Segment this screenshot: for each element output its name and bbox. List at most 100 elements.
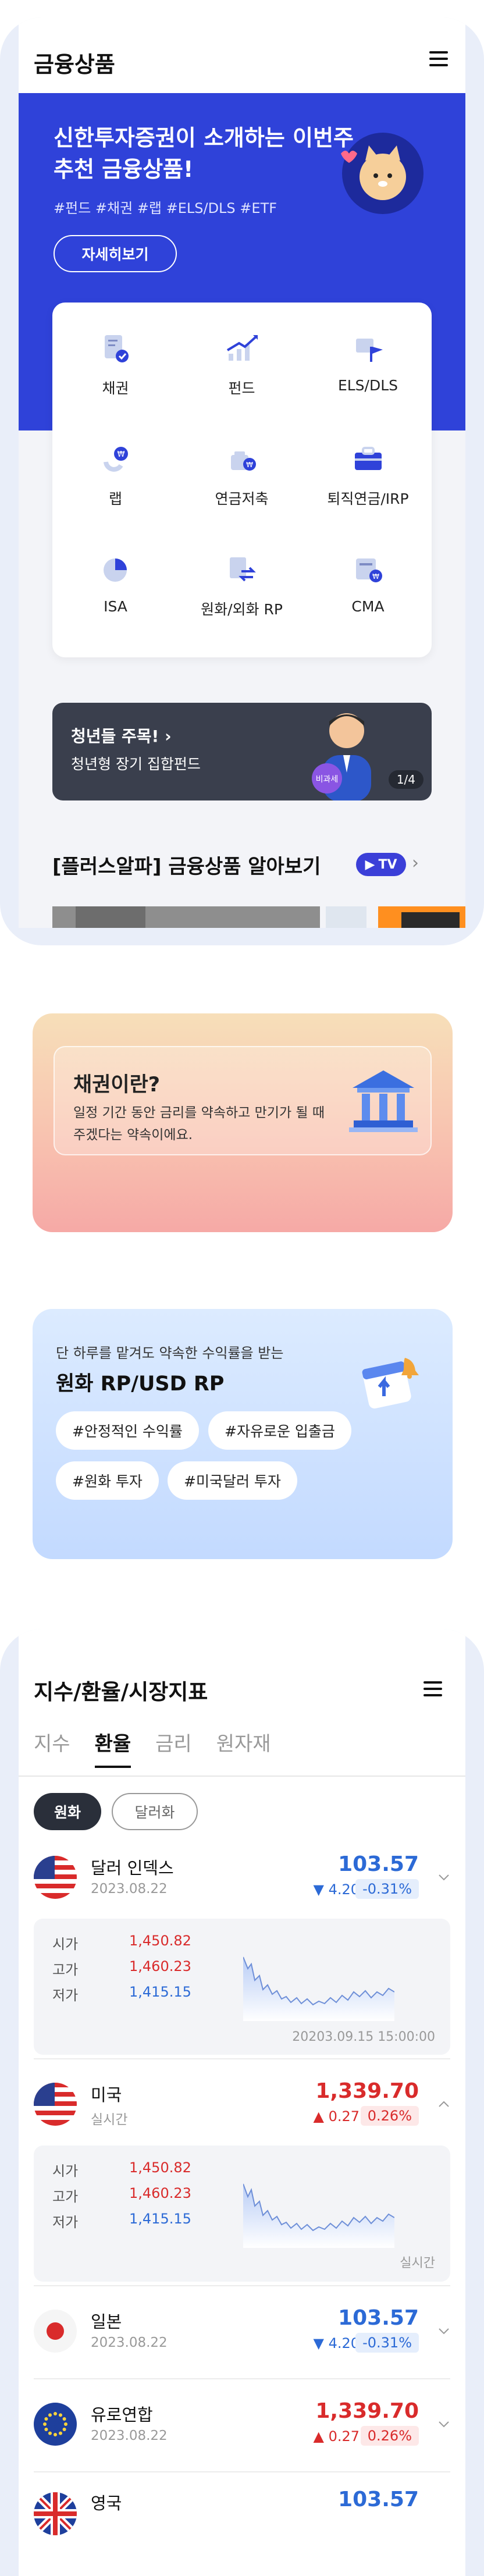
- wrap-icon: ₩: [104, 447, 128, 472]
- rate-change: ▲ 0.27: [313, 2428, 360, 2445]
- rate-percent: 0.26%: [360, 2426, 419, 2446]
- chevron-right-icon: ›: [165, 727, 172, 746]
- rate-name: 유로연합: [91, 2405, 153, 2425]
- els-flag-icon: [356, 339, 383, 362]
- chevron-right-icon[interactable]: ›: [412, 853, 419, 873]
- menu-label: 원화/외화 RP: [201, 601, 283, 618]
- menu-item-rp[interactable]: 원화/외화 RP: [179, 524, 305, 634]
- hero-tags: #펀드 #채권 #랩 #ELS/DLS #ETF: [54, 200, 277, 216]
- rate-percent: -0.31%: [355, 1879, 419, 1899]
- businessman-icon: 비과세: [312, 713, 371, 800]
- row-divider: [34, 2058, 450, 2059]
- rate-date: 실시간: [91, 2112, 128, 2127]
- menu-item-isa[interactable]: ISA: [52, 524, 179, 634]
- menu-item-bond[interactable]: 채권: [52, 303, 179, 413]
- menu-item-els-dls[interactable]: ELS/DLS: [305, 303, 431, 413]
- play-icon: ▶: [365, 857, 375, 872]
- rate-value: 1,339.70: [315, 2079, 419, 2103]
- bond-title: 채권이란?: [73, 1073, 161, 1097]
- bank-building-icon: [349, 1070, 418, 1132]
- market-screen: 지수/환율/시장지표 지수 환율 금리 원자재 원화 달러화 달러 인덱스 20…: [19, 1629, 465, 2576]
- products-phone-frame: 금융상품 신한투자증권이 소개하는 이번주 추천 금융상품! #펀드 #채권 #…: [0, 17, 484, 945]
- video-thumbnails[interactable]: [52, 906, 465, 928]
- rate-row[interactable]: 미국 실시간 1,339.70 ▲ 0.27 0.26% 시가 1,450.82…: [19, 2077, 465, 2282]
- tv-badge[interactable]: ▶ TV: [356, 853, 406, 876]
- bond-info-card[interactable]: 채권이란? 일정 기간 동안 금리를 약속하고 만기가 될 때 주겠다는 약속이…: [33, 1013, 453, 1232]
- app-bar: 금융상품: [19, 17, 465, 93]
- menu-item-fund[interactable]: 펀드: [179, 303, 305, 413]
- segment-usd[interactable]: 달러화: [112, 1793, 198, 1830]
- market-phone-frame: 지수/환율/시장지표 지수 환율 금리 원자재 원화 달러화 달러 인덱스 20…: [0, 1629, 484, 2576]
- rate-name: 미국: [91, 2085, 122, 2105]
- rate-row[interactable]: 유로연합 2023.08.22 1,339.70 ▲ 0.27 0.26%: [19, 2397, 465, 2467]
- promo-banner[interactable]: 청년들 주목! › 청년형 장기 집합펀드 비과세 1/4: [52, 703, 432, 800]
- open-label: 시가: [52, 2163, 79, 2179]
- tab-index[interactable]: 지수: [34, 1728, 70, 1768]
- plus-alpha-title: [플러스알파] 금융상품 알아보기: [52, 855, 321, 878]
- tab-interest-rate[interactable]: 금리: [155, 1728, 192, 1768]
- cma-icon: ₩: [356, 558, 382, 582]
- sparkline-chart: [243, 2183, 394, 2248]
- menu-item-cma[interactable]: ₩ CMA: [305, 524, 431, 634]
- rp-info-card[interactable]: 단 하루를 맡겨도 약속한 수익률을 받는 원화 RP/USD RP #안정적인…: [33, 1309, 453, 1559]
- rate-detail-panel: 시가 1,450.82 고가 1,460.23 저가 1,415.15 실시간: [34, 2146, 450, 2282]
- chip-stable-return[interactable]: #안정적인 수익률: [56, 1411, 199, 1450]
- detail-button[interactable]: 자세히보기: [54, 235, 177, 272]
- row-divider: [34, 2378, 450, 2379]
- tax-free-badge: 비과세: [316, 775, 339, 784]
- bond-description: 일정 기간 동안 금리를 약속하고 만기가 될 때 주겠다는 약속이에요.: [73, 1105, 325, 1143]
- fund-chart-icon: [226, 335, 258, 361]
- menu-item-wrap[interactable]: ₩ 랩: [52, 413, 179, 524]
- menu-label: 연금저축: [215, 490, 269, 507]
- rate-detail-panel: 시가 1,450.82 고가 1,460.23 저가 1,415.15 2020…: [34, 1919, 450, 2055]
- chevron-down-icon[interactable]: [437, 1871, 450, 1884]
- us-flag-icon: [34, 1856, 77, 1899]
- menu-label: 랩: [108, 490, 122, 507]
- chevron-up-icon[interactable]: [437, 2098, 450, 2111]
- menu-label: 퇴직연금/IRP: [327, 490, 409, 507]
- low-label: 저가: [52, 1987, 79, 2004]
- svg-text:₩: ₩: [372, 572, 379, 581]
- eu-flag-icon: [34, 2403, 77, 2446]
- menu-label: ISA: [104, 598, 127, 615]
- chip-free-withdrawal[interactable]: #자유로운 입출금: [208, 1411, 351, 1450]
- open-value: 1,450.82: [129, 2159, 191, 2176]
- pie-icon: [104, 558, 127, 582]
- rate-row[interactable]: 달러 인덱스 2023.08.22 103.57 ▼ 4.20 -0.31% 시…: [19, 1850, 465, 2055]
- chevron-down-icon[interactable]: [437, 2418, 450, 2431]
- menu-icon[interactable]: [424, 1681, 442, 1696]
- rate-name: 영국: [91, 2493, 122, 2513]
- chip-krw-investment[interactable]: #원화 투자: [56, 1461, 159, 1500]
- products-screen: 금융상품 신한투자증권이 소개하는 이번주 추천 금융상품! #펀드 #채권 #…: [19, 17, 465, 928]
- menu-item-pension[interactable]: ₩ 연금저축: [179, 413, 305, 524]
- menu-label: CMA: [351, 598, 385, 615]
- menu-label: 펀드: [228, 380, 255, 397]
- tab-exchange-rate[interactable]: 환율: [94, 1728, 131, 1768]
- rate-name: 달러 인덱스: [91, 1858, 174, 1878]
- tab-commodity[interactable]: 원자재: [216, 1728, 271, 1768]
- rp-subtitle: 단 하루를 맡겨도 약속한 수익률을 받는: [56, 1345, 284, 1361]
- menu-item-irp[interactable]: 퇴직연금/IRP: [305, 413, 431, 524]
- promo-title: 청년들 주목! ›: [71, 727, 172, 746]
- chevron-down-icon[interactable]: [437, 2325, 450, 2337]
- rate-row[interactable]: 일본 2023.08.22 103.57 ▼ 4.20 -0.31%: [19, 2304, 465, 2374]
- menu-label: 채권: [102, 380, 129, 397]
- rate-date: 2023.08.22: [91, 2335, 168, 2350]
- high-value: 1,460.23: [129, 2185, 191, 2201]
- down-arrow-icon: ▼: [313, 1881, 324, 1898]
- rate-value: 103.57: [338, 2488, 419, 2511]
- low-value: 1,415.15: [129, 1984, 191, 2000]
- rate-row[interactable]: 영국 103.57: [19, 2488, 465, 2557]
- rate-name: 일본: [91, 2312, 122, 2332]
- rate-change: ▼ 4.20: [313, 1881, 360, 1898]
- menu-icon[interactable]: [429, 51, 448, 66]
- sparkline-chart: [243, 1956, 394, 2021]
- promo-pagination: 1/4: [388, 770, 424, 789]
- up-arrow-icon: ▲: [313, 2428, 324, 2445]
- menu-label: ELS/DLS: [337, 377, 398, 394]
- segment-krw[interactable]: 원화: [34, 1793, 101, 1830]
- mascot-icon: [341, 133, 424, 214]
- chip-usd-investment[interactable]: #미국달러 투자: [168, 1461, 297, 1500]
- bond-info-panel: 채권이란? 일정 기간 동안 금리를 약속하고 만기가 될 때 주겠다는 약속이…: [54, 1046, 432, 1155]
- hero-title: 신한투자증권이 소개하는 이번주 추천 금융상품!: [54, 125, 354, 182]
